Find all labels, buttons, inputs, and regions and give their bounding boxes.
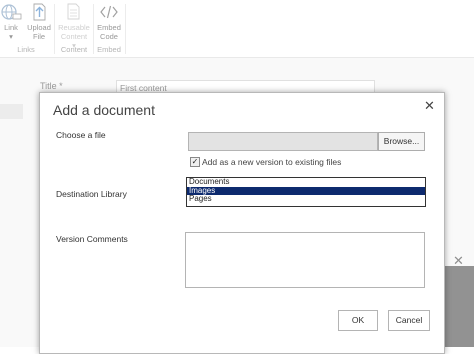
library-option-documents[interactable]: Documents — [187, 177, 425, 187]
add-document-dialog: Add a document ✕ Choose a file Browse...… — [39, 92, 445, 354]
choose-file-label: Choose a file — [56, 130, 106, 140]
destination-library-listbox[interactable]: Documents Images Pages — [186, 177, 426, 207]
destination-library-label: Destination Library — [56, 189, 127, 199]
browse-button[interactable]: Browse... — [378, 132, 425, 151]
dialog-close-icon[interactable]: ✕ — [424, 98, 435, 114]
ok-button[interactable]: OK — [338, 310, 378, 331]
version-comments-label: Version Comments — [56, 234, 128, 244]
library-option-images[interactable]: Images — [187, 186, 425, 195]
checkmark-icon: ✓ — [191, 157, 199, 166]
cancel-button[interactable]: Cancel — [388, 310, 430, 331]
version-comments-textarea[interactable] — [185, 232, 425, 288]
add-version-checkbox[interactable]: ✓ — [190, 157, 200, 167]
add-version-checkbox-label: Add as a new version to existing files — [202, 157, 342, 167]
dialog-title: Add a document — [53, 102, 155, 118]
library-option-pages[interactable]: Pages — [187, 194, 425, 204]
file-path-input[interactable] — [188, 132, 378, 151]
